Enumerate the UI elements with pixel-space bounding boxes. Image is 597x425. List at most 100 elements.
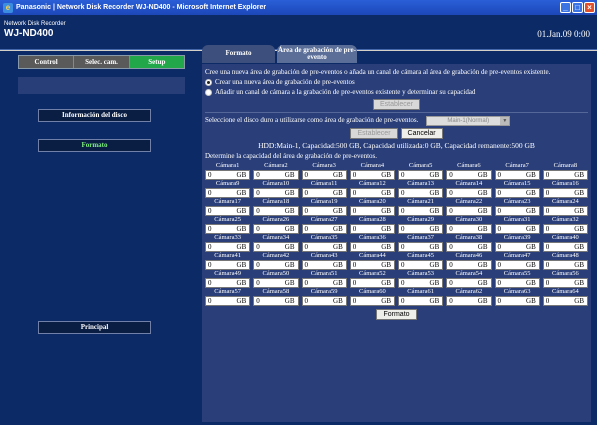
camera-capacity-value[interactable]: 0 — [544, 279, 558, 287]
camera-capacity-input[interactable]: 0 GB — [349, 260, 395, 270]
camera-capacity-value[interactable]: 0 — [254, 297, 268, 305]
tab-pre-event-area[interactable]: Área de grabación de pre-evento — [277, 45, 357, 63]
camera-capacity-input[interactable]: 0 GB — [494, 296, 540, 306]
camera-capacity-input[interactable]: 0 GB — [205, 296, 251, 306]
camera-capacity-value[interactable]: 0 — [206, 243, 220, 251]
camera-capacity-value[interactable]: 0 — [544, 171, 558, 179]
camera-capacity-value[interactable]: 0 — [303, 225, 317, 233]
camera-capacity-value[interactable]: 0 — [206, 207, 220, 215]
camera-capacity-input[interactable]: 0 GB — [446, 278, 492, 288]
camera-capacity-value[interactable]: 0 — [399, 261, 413, 269]
camera-capacity-value[interactable]: 0 — [351, 207, 365, 215]
camera-capacity-input[interactable]: 0 GB — [446, 206, 492, 216]
camera-capacity-value[interactable]: 0 — [351, 297, 365, 305]
camera-capacity-input[interactable]: 0 GB — [301, 296, 347, 306]
format-menu-button[interactable]: Formato — [38, 139, 151, 152]
camera-capacity-value[interactable]: 0 — [351, 243, 365, 251]
camera-capacity-input[interactable]: 0 GB — [349, 296, 395, 306]
camera-capacity-value[interactable]: 0 — [303, 243, 317, 251]
camera-capacity-value[interactable]: 0 — [206, 279, 220, 287]
minimize-button[interactable]: _ — [560, 2, 571, 13]
camera-capacity-value[interactable]: 0 — [206, 225, 220, 233]
camera-capacity-input[interactable]: 0 GB — [398, 278, 444, 288]
camera-capacity-value[interactable]: 0 — [399, 243, 413, 251]
camera-capacity-input[interactable]: 0 GB — [349, 206, 395, 216]
camera-capacity-input[interactable]: 0 GB — [253, 260, 299, 270]
camera-capacity-value[interactable]: 0 — [447, 225, 461, 233]
disk-select[interactable]: Main-1(Normal) ▼ — [426, 115, 511, 126]
camera-capacity-input[interactable]: 0 GB — [542, 224, 588, 234]
format-button[interactable]: Formato — [376, 309, 417, 320]
camera-capacity-value[interactable]: 0 — [544, 189, 558, 197]
camera-capacity-value[interactable]: 0 — [303, 261, 317, 269]
camera-capacity-value[interactable]: 0 — [496, 189, 510, 197]
cancel-button[interactable]: Cancelar — [400, 128, 443, 139]
camera-capacity-input[interactable]: 0 GB — [398, 242, 444, 252]
chevron-down-icon[interactable]: ▼ — [500, 116, 510, 125]
camera-capacity-input[interactable]: 0 GB — [205, 206, 251, 216]
radio-create[interactable] — [205, 78, 212, 86]
camera-capacity-input[interactable]: 0 GB — [301, 224, 347, 234]
option-add-row[interactable]: Añadir un canal de cámara a la grabación… — [205, 87, 588, 97]
tab-setup[interactable]: Setup — [129, 56, 184, 68]
camera-capacity-value[interactable]: 0 — [399, 207, 413, 215]
camera-capacity-input[interactable]: 0 GB — [301, 188, 347, 198]
camera-capacity-input[interactable]: 0 GB — [542, 188, 588, 198]
camera-capacity-value[interactable]: 0 — [496, 171, 510, 179]
camera-capacity-value[interactable]: 0 — [447, 279, 461, 287]
camera-capacity-value[interactable]: 0 — [544, 297, 558, 305]
camera-capacity-input[interactable]: 0 GB — [494, 242, 540, 252]
camera-capacity-value[interactable]: 0 — [399, 279, 413, 287]
camera-capacity-input[interactable]: 0 GB — [494, 206, 540, 216]
camera-capacity-value[interactable]: 0 — [206, 261, 220, 269]
camera-capacity-value[interactable]: 0 — [206, 171, 220, 179]
camera-capacity-input[interactable]: 0 GB — [494, 260, 540, 270]
camera-capacity-input[interactable]: 0 GB — [253, 188, 299, 198]
camera-capacity-value[interactable]: 0 — [496, 297, 510, 305]
camera-capacity-value[interactable]: 0 — [447, 261, 461, 269]
camera-capacity-input[interactable]: 0 GB — [205, 242, 251, 252]
camera-capacity-value[interactable]: 0 — [496, 207, 510, 215]
camera-capacity-input[interactable]: 0 GB — [542, 170, 588, 180]
set-button-1[interactable]: Establecer — [372, 99, 421, 110]
camera-capacity-input[interactable]: 0 GB — [253, 170, 299, 180]
camera-capacity-input[interactable]: 0 GB — [301, 278, 347, 288]
camera-capacity-value[interactable]: 0 — [496, 261, 510, 269]
camera-capacity-value[interactable]: 0 — [544, 225, 558, 233]
camera-capacity-value[interactable]: 0 — [544, 243, 558, 251]
camera-capacity-input[interactable]: 0 GB — [253, 242, 299, 252]
camera-capacity-value[interactable]: 0 — [447, 297, 461, 305]
camera-capacity-input[interactable]: 0 GB — [301, 206, 347, 216]
camera-capacity-input[interactable]: 0 GB — [301, 170, 347, 180]
camera-capacity-value[interactable]: 0 — [496, 225, 510, 233]
camera-capacity-value[interactable]: 0 — [351, 171, 365, 179]
camera-capacity-input[interactable]: 0 GB — [542, 242, 588, 252]
camera-capacity-input[interactable]: 0 GB — [205, 260, 251, 270]
tab-select-camera[interactable]: Selec. cam. — [74, 56, 130, 68]
camera-capacity-value[interactable]: 0 — [303, 279, 317, 287]
camera-capacity-value[interactable]: 0 — [303, 297, 317, 305]
camera-capacity-input[interactable]: 0 GB — [446, 188, 492, 198]
camera-capacity-input[interactable]: 0 GB — [349, 278, 395, 288]
camera-capacity-input[interactable]: 0 GB — [253, 224, 299, 234]
camera-capacity-input[interactable]: 0 GB — [205, 224, 251, 234]
camera-capacity-value[interactable]: 0 — [399, 189, 413, 197]
camera-capacity-value[interactable]: 0 — [544, 261, 558, 269]
camera-capacity-input[interactable]: 0 GB — [205, 188, 251, 198]
camera-capacity-value[interactable]: 0 — [206, 297, 220, 305]
disk-info-button[interactable]: Información del disco — [38, 109, 151, 122]
camera-capacity-value[interactable]: 0 — [496, 243, 510, 251]
camera-capacity-value[interactable]: 0 — [447, 207, 461, 215]
radio-add[interactable] — [205, 88, 212, 96]
camera-capacity-value[interactable]: 0 — [254, 279, 268, 287]
camera-capacity-value[interactable]: 0 — [447, 243, 461, 251]
camera-capacity-input[interactable]: 0 GB — [542, 296, 588, 306]
camera-capacity-input[interactable]: 0 GB — [494, 278, 540, 288]
camera-capacity-input[interactable]: 0 GB — [253, 206, 299, 216]
camera-capacity-input[interactable]: 0 GB — [205, 278, 251, 288]
tab-format[interactable]: Formato — [202, 45, 275, 63]
camera-capacity-value[interactable]: 0 — [399, 297, 413, 305]
camera-capacity-input[interactable]: 0 GB — [542, 260, 588, 270]
camera-capacity-input[interactable]: 0 GB — [301, 260, 347, 270]
camera-capacity-value[interactable]: 0 — [206, 189, 220, 197]
